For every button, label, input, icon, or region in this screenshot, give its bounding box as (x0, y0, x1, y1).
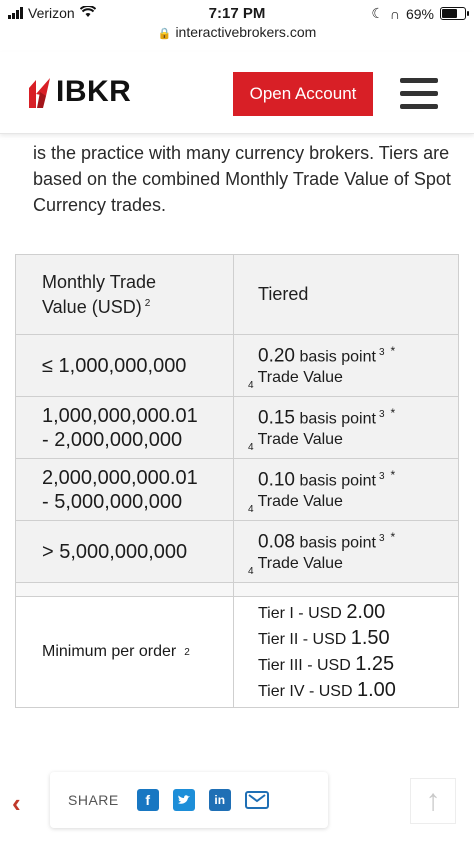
footnote-marker[interactable]: 2 (145, 298, 151, 309)
table-row: 2,000,000,000.01 - 5,000,000,000 0.10 ba… (16, 459, 458, 521)
rate-unit: basis point (299, 534, 376, 552)
pricing-table: Monthly Trade Value (USD) 2 Tiered ≤ 1,00… (15, 254, 459, 708)
linkedin-icon[interactable]: in (208, 789, 231, 811)
rate-line: 0.15 basis point 3 * (258, 406, 396, 429)
minimum-per-order-row: Minimum per order 2 Tier I - USD 2.00 Tie… (16, 597, 458, 707)
moon-icon: ☾ (371, 5, 384, 21)
header-tiered: Tiered (258, 284, 309, 304)
open-account-button[interactable]: Open Account (233, 72, 373, 116)
logo-text: IBKR (56, 75, 132, 108)
ibkr-logo[interactable]: IBKR (26, 74, 131, 110)
table-row: 1,000,000,000.01 - 2,000,000,000 0.15 ba… (16, 397, 458, 459)
hamburger-menu-icon[interactable] (400, 78, 438, 110)
email-icon[interactable] (244, 791, 269, 809)
table-header-row: Monthly Trade Value (USD) 2 Tiered (16, 255, 458, 335)
tier-line: Tier II - USD 1.50 (258, 627, 390, 649)
footnote-marker[interactable]: 4 (248, 380, 254, 391)
rate-line: 0.20 basis point 3 * (258, 344, 396, 367)
share-bar: ‹ SHARE f in ↑ (0, 770, 474, 834)
footnote-marker[interactable]: 3 (379, 533, 385, 544)
footnote-marker[interactable]: 3 (379, 409, 385, 420)
footnote-marker[interactable]: 3 (379, 347, 385, 358)
trade-value-range-end: - 5,000,000,000 (42, 490, 183, 513)
tier-line: Tier IV - USD 1.00 (258, 679, 396, 701)
header-trade-value: Monthly Trade Value (USD) 2 (16, 255, 234, 334)
ibkr-logo-mark-icon (29, 78, 50, 108)
rate-value: 0.08 (258, 531, 295, 553)
rate-value: 0.15 (258, 407, 295, 429)
rate-value: 0.10 (258, 469, 295, 491)
share-panel: SHARE f in (50, 772, 328, 828)
rate-unit: basis point (299, 410, 376, 428)
headphones-icon: ∩ (389, 5, 400, 22)
footnote-marker[interactable]: 4 (248, 504, 254, 515)
rate-line: 0.10 basis point 3 * (258, 468, 396, 491)
footnote-marker[interactable]: 4 (248, 566, 254, 577)
table-row: > 5,000,000,000 0.08 basis point 3 * 4 Trad… (16, 521, 458, 583)
trade-value-range: > 5,000,000,000 (42, 540, 188, 563)
twitter-icon[interactable] (172, 789, 195, 811)
status-bar: Verizon 7:17 PM ☾ ∩ 69% (0, 0, 474, 26)
table-row: ≤ 1,000,000,000 0.20 basis point 3 * 4 Trad… (16, 335, 458, 397)
header-trade-value-line2: Value (USD) (42, 297, 142, 317)
tier-line: Tier I - USD 2.00 (258, 601, 386, 623)
trade-value-range: 2,000,000,000.01 (42, 466, 198, 489)
rate-value: 0.20 (258, 345, 295, 367)
chevron-left-icon[interactable]: ‹ (12, 788, 21, 819)
battery-percent: 69% (405, 5, 434, 22)
rate-unit: basis point (299, 472, 376, 490)
facebook-icon[interactable]: f (136, 789, 159, 811)
status-right: ☾ ∩ 69% (371, 5, 469, 22)
rate-suffix: Trade Value (257, 492, 343, 510)
trade-value-range-end: - 2,000,000,000 (42, 428, 183, 451)
footnote-marker[interactable]: 4 (248, 442, 254, 453)
rate-suffix: Trade Value (257, 368, 343, 386)
tier-line: Tier III - USD 1.25 (258, 653, 395, 675)
site-header: IBKR Open Account (0, 52, 474, 134)
rate-line: 0.08 basis point 3 * (258, 530, 396, 553)
url-bar[interactable]: 🔒 interactivebrokers.com (0, 24, 474, 48)
footnote-marker[interactable]: 3 (379, 471, 385, 482)
share-label: SHARE (68, 792, 119, 808)
intro-paragraph: is the practice with many currency broke… (33, 143, 451, 215)
scroll-to-top-icon[interactable]: ↑ (410, 778, 456, 824)
trade-value-range: 1,000,000,000.01 (42, 404, 198, 427)
url-text: interactivebrokers.com (175, 24, 317, 40)
minimum-label: Minimum per order (42, 643, 177, 660)
battery-icon (440, 7, 469, 20)
rate-suffix: Trade Value (257, 554, 343, 572)
rate-suffix: Trade Value (257, 430, 343, 448)
lock-icon: 🔒 (157, 28, 172, 40)
trade-value-range: ≤ 1,000,000,000 (42, 354, 187, 377)
footnote-marker[interactable]: 2 (184, 647, 190, 658)
header-trade-value-line1: Monthly Trade (42, 272, 157, 292)
table-divider (16, 583, 458, 597)
rate-unit: basis point (299, 348, 376, 366)
